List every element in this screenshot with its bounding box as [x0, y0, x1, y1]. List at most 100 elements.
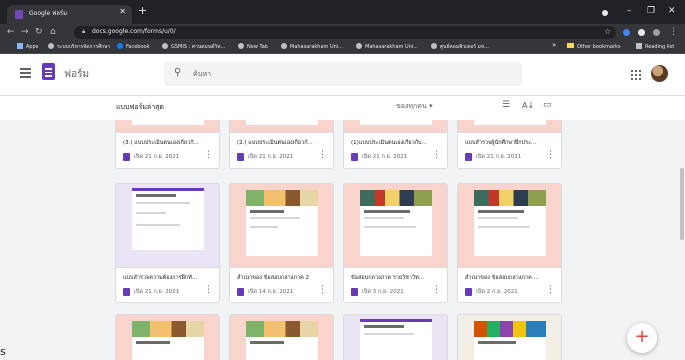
form-name: สำเนาของ ข้อสอบกลางภาค ...	[465, 275, 539, 281]
form-thumbnail	[458, 184, 561, 267]
form-card[interactable]: สำเนาของ ข้อสอบกลางภาค ... เปิด 2 ก.ย. 2…	[457, 183, 562, 303]
more-options-icon[interactable]: ⋮	[546, 150, 555, 160]
form-card[interactable]: แบบสำรวจความต้องการฝึกทั... เปิด 21 ก.ย.…	[115, 183, 220, 303]
form-name: (1)แบบประเมินตนเองเกี่ยวกับ...	[351, 140, 427, 146]
more-options-icon[interactable]: ⋮	[318, 150, 327, 160]
form-thumbnail	[344, 120, 447, 132]
form-name: แบบสำรวจผู้นักศึกษาฝึกประ...	[465, 140, 537, 146]
browser-titlebar: Google ฟอร์ม ✕ + – ❐ ✕	[0, 0, 685, 24]
form-date: เปิด 21 ก.ย. 2021	[362, 154, 408, 160]
avatar[interactable]	[651, 65, 668, 82]
forward-icon[interactable]: →	[21, 26, 29, 38]
form-card[interactable]: (2.) แบบประเมินตนเองเกี่ยวกั... เปิด 21 …	[229, 120, 334, 169]
form-thumbnail	[458, 315, 561, 360]
forms-file-icon	[237, 288, 244, 296]
overlay-text: s	[0, 345, 6, 358]
profile-dot-icon[interactable]	[602, 10, 608, 16]
profile-icon[interactable]	[653, 29, 660, 36]
close-tab-icon[interactable]: ✕	[119, 7, 126, 16]
more-options-icon[interactable]: ⋮	[546, 285, 555, 295]
globe-icon	[431, 43, 437, 49]
bookmark-reading-list[interactable]: Reading list	[636, 43, 674, 50]
maximize-icon[interactable]: ❐	[647, 5, 655, 17]
folder-open-icon[interactable]: ▭	[543, 100, 552, 111]
form-card[interactable]	[229, 314, 334, 360]
bookmarks-bar: Apps ระบบบริหารจัดการศึกษา Facebook GSMI…	[0, 41, 685, 54]
form-card[interactable]: (3.) แบบประเมินตนเองเกี่ยวกั... เปิด 21 …	[115, 120, 220, 169]
back-icon[interactable]: ←	[7, 26, 15, 38]
search-input[interactable]: ค้นหา	[193, 69, 211, 80]
search-icon[interactable]: ⚲	[174, 67, 181, 78]
more-options-icon[interactable]: ⋮	[204, 150, 213, 160]
bookmarks-overflow-icon[interactable]: »	[552, 41, 556, 49]
forms-file-icon	[123, 153, 130, 161]
forms-file-icon	[351, 288, 358, 296]
bookmark-facebook[interactable]: Facebook	[117, 43, 150, 50]
close-window-icon[interactable]: ✕	[668, 5, 676, 17]
recent-forms-header: แบบฟอร์มล่าสุด ของทุกคน ▾ ☰ A↓ ▭	[0, 96, 685, 120]
reload-icon[interactable]: ↻	[35, 26, 43, 38]
form-card-info: (1)แบบประเมินตนเองเกี่ยวกับ... เปิด 21 ก…	[344, 132, 447, 168]
scrollbar-thumb[interactable]	[680, 168, 684, 240]
forms-file-icon	[465, 288, 472, 296]
form-name: ข้อสอบกลางภาค รายวิชาวิท...	[351, 275, 424, 281]
more-options-icon[interactable]: ⋮	[432, 285, 441, 295]
more-options-icon[interactable]: ⋮	[432, 150, 441, 160]
form-date: เปิด 21 ก.ย. 2021	[248, 154, 294, 160]
form-card-info: ข้อสอบกลางภาค รายวิชาวิท... เปิด 3 ก.ย. …	[344, 267, 447, 302]
section-title: แบบฟอร์มล่าสุด	[116, 103, 164, 111]
more-options-icon[interactable]: ⋮	[318, 285, 327, 295]
form-thumbnail	[230, 184, 333, 267]
bookmark-apps[interactable]: Apps	[17, 43, 38, 50]
form-card-info: (2.) แบบประเมินตนเองเกี่ยวกั... เปิด 21 …	[230, 132, 333, 168]
extension-icon[interactable]	[623, 29, 630, 36]
menu-kebab-icon[interactable]: ⋮	[669, 26, 678, 38]
lock-icon: 🔒︎	[82, 28, 86, 35]
forms-logo-icon[interactable]	[42, 63, 55, 80]
globe-icon	[48, 43, 54, 49]
list-view-icon[interactable]: ☰	[502, 100, 510, 111]
forms-file-icon	[123, 288, 130, 296]
form-date: เปิด 2 ก.ย. 2021	[476, 289, 518, 295]
form-card[interactable]	[457, 314, 562, 360]
forms-header: ฟอร์ม ⚲ ค้นหา	[0, 54, 685, 96]
create-form-button[interactable]: +	[627, 323, 657, 353]
bookmark-item[interactable]: ระบบบริหารจัดการศึกษา	[48, 43, 110, 51]
form-name: (2.) แบบประเมินตนเองเกี่ยวกั...	[237, 140, 313, 146]
form-card[interactable]	[115, 314, 220, 360]
form-card[interactable]	[343, 314, 448, 360]
address-row: ← → ↻ ⌂ 🔒︎ docs.google.com/forms/u/0/ ☆ …	[0, 24, 685, 41]
apps-launcher-icon[interactable]	[631, 70, 641, 80]
screen: Google ฟอร์ม ✕ + – ❐ ✕ ← → ↻ ⌂ 🔒︎ docs.g…	[0, 0, 685, 360]
reading-list-icon	[636, 43, 642, 49]
sort-az-icon[interactable]: A↓	[522, 100, 534, 111]
forms-gallery: (3.) แบบประเมินตนเองเกี่ยวกั... เปิด 21 …	[0, 120, 685, 360]
bookmark-item[interactable]: GSMIS : ศานตมนต์วิท...	[162, 43, 225, 51]
bookmark-item[interactable]: Mahasarakham Uni...	[281, 43, 343, 50]
browser-tab[interactable]: Google ฟอร์ม ✕	[7, 5, 132, 24]
minimize-icon[interactable]: –	[627, 5, 632, 17]
home-icon[interactable]: ⌂	[50, 26, 56, 38]
form-thumbnail	[116, 120, 219, 132]
form-card[interactable]: ข้อสอบกลางภาค รายวิชาวิท... เปิด 3 ก.ย. …	[343, 183, 448, 303]
search-box[interactable]: ⚲ ค้นหา	[164, 62, 522, 86]
main-menu-icon[interactable]	[20, 68, 31, 80]
globe-icon	[162, 43, 168, 49]
bookmark-item[interactable]: ศูนย์คอมพิวเตอร์ มห...	[431, 43, 489, 51]
omnibox[interactable]: 🔒︎ docs.google.com/forms/u/0/ ☆	[74, 26, 616, 39]
new-tab-button[interactable]: +	[138, 5, 147, 17]
form-card[interactable]: แบบสำรวจผู้นักศึกษาฝึกประ... เปิด 21 ก.ย…	[457, 120, 562, 169]
forms-favicon-icon	[15, 10, 23, 19]
owner-filter-dropdown[interactable]: ของทุกคน ▾	[396, 101, 432, 112]
form-card[interactable]: สำเนาของ ข้อสอบกลางภาค 2 เปิด 14 ก.ย. 20…	[229, 183, 334, 303]
tab-title: Google ฟอร์ม	[29, 10, 68, 17]
bookmark-item[interactable]: Mahasarakham Uni...	[356, 43, 418, 50]
bookmark-star-icon[interactable]: ☆	[604, 26, 611, 38]
bookmark-other[interactable]: Other bookmarks	[567, 43, 620, 50]
extension-icon[interactable]	[638, 29, 645, 36]
app-name[interactable]: ฟอร์ม	[64, 67, 89, 82]
form-card[interactable]: (1)แบบประเมินตนเองเกี่ยวกับ... เปิด 21 ก…	[343, 120, 448, 169]
form-card-info: แบบสำรวจความต้องการฝึกทั... เปิด 21 ก.ย.…	[116, 267, 219, 302]
bookmark-item[interactable]: New Tab	[238, 43, 268, 50]
more-options-icon[interactable]: ⋮	[204, 285, 213, 295]
